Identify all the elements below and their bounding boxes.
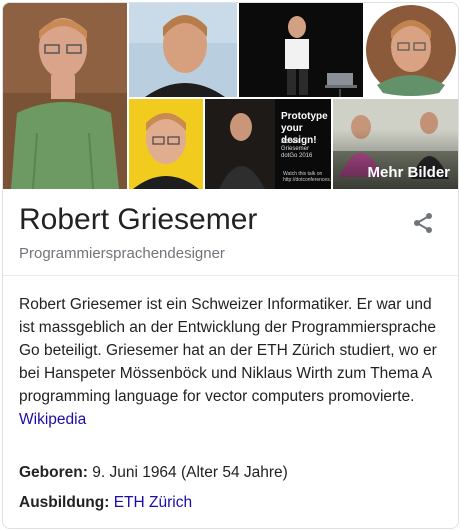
fact-born-value: 9. Juni 1964 (Alter 54 Jahre) <box>92 464 288 481</box>
panel-header: Robert Griesemer Programmiersprachendesi… <box>3 189 458 276</box>
entity-description: Robert Griesemer ist ein Schweizer Infor… <box>19 293 444 431</box>
wikipedia-link[interactable]: Wikipedia <box>19 411 86 428</box>
fact-born-label: Geboren: <box>19 464 88 481</box>
entity-name: Robert Griesemer <box>19 203 258 236</box>
photo-circle-avatar[interactable] <box>365 3 458 97</box>
photo-portrait-green-shirt[interactable] <box>3 3 127 189</box>
photo-conference-talk[interactable] <box>239 3 363 97</box>
share-icon[interactable] <box>411 211 435 235</box>
knowledge-panel: Prototype your design! Robert Griesemer … <box>2 2 459 529</box>
slide-author: Robert Griesemer dotGo 2016 <box>281 139 313 159</box>
fact-education-label: Ausbildung: <box>19 494 110 511</box>
slide-url: Watch this talk on http://dotconferences… <box>283 171 331 183</box>
description-text: Robert Griesemer ist ein Schweizer Infor… <box>19 296 437 405</box>
more-images-label: Mehr Bilder <box>367 164 450 181</box>
photo-talk-slide[interactable]: Prototype your design! Robert Griesemer … <box>205 99 331 189</box>
fact-born: Geboren: 9. Juni 1964 (Alter 54 Jahre) <box>19 464 288 482</box>
more-images-button[interactable]: Mehr Bilder <box>333 99 458 189</box>
image-grid: Prototype your design! Robert Griesemer … <box>3 3 458 189</box>
photo-portrait-yellow[interactable] <box>129 99 203 189</box>
entity-type: Programmiersprachendesigner <box>19 245 225 262</box>
fact-education: Ausbildung: ETH Zürich <box>19 494 192 512</box>
photo-portrait-closeup[interactable] <box>129 3 237 97</box>
eth-zurich-link[interactable]: ETH Zürich <box>114 494 192 511</box>
